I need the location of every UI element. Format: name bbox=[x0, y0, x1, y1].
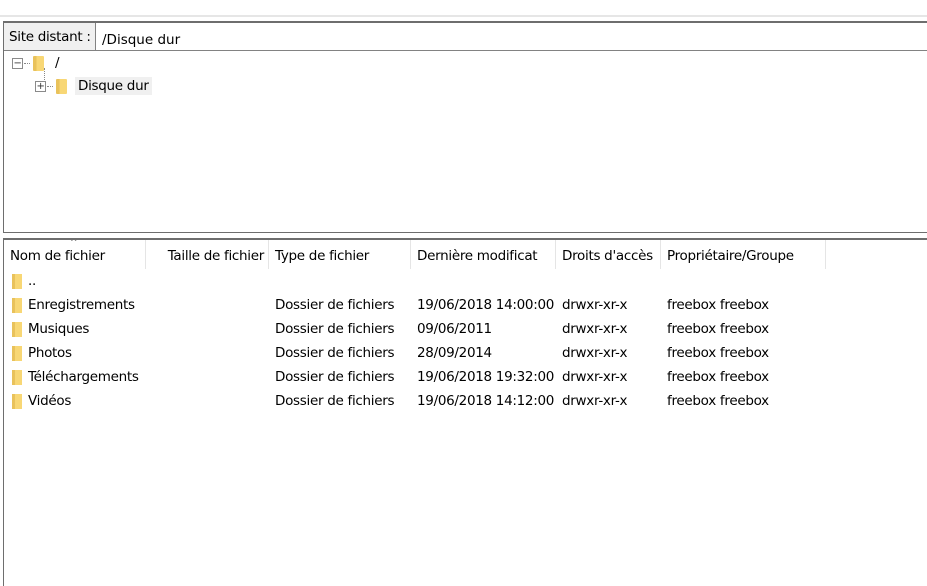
file-name: Photos bbox=[28, 345, 72, 361]
tree-node-disque-dur[interactable]: + Disque dur bbox=[35, 76, 152, 96]
folder-icon bbox=[33, 55, 44, 71]
cell-owner: freebox freebox bbox=[667, 369, 769, 385]
remote-directory-tree[interactable]: − / + Disque dur bbox=[4, 51, 927, 232]
cell-perms: drwxr-xr-x bbox=[562, 345, 628, 361]
file-name: Musiques bbox=[28, 321, 90, 337]
file-name: Enregistrements bbox=[28, 297, 135, 313]
column-header-size[interactable]: Taille de fichier bbox=[146, 240, 269, 269]
cell-perms: drwxr-xr-x bbox=[562, 393, 628, 409]
cell-perms: drwxr-xr-x bbox=[562, 297, 628, 313]
cell-name: Musiques bbox=[4, 321, 146, 337]
file-row[interactable]: Enregistrements Dossier de fichiers 19/06/… bbox=[4, 293, 826, 317]
cell-modified: 28/09/2014 bbox=[417, 345, 492, 361]
toolbar-separator bbox=[0, 15, 927, 17]
column-header-modified[interactable]: Dernière modificat bbox=[411, 240, 556, 269]
cell-modified: 19/06/2018 14:00:00 bbox=[417, 297, 555, 313]
cell-type: Dossier de fichiers bbox=[275, 345, 395, 361]
remote-tree-panel: Site distant : − / + Disque dur bbox=[3, 21, 927, 233]
column-header-type[interactable]: Type de fichier bbox=[269, 240, 411, 269]
folder-icon bbox=[12, 345, 22, 361]
column-header-permissions[interactable]: Droits d'accès bbox=[556, 240, 661, 269]
expand-icon[interactable]: + bbox=[35, 80, 46, 92]
remote-site-label: Site distant : bbox=[4, 23, 96, 50]
column-header-owner[interactable]: Propriétaire/Groupe bbox=[661, 240, 826, 269]
cell-name: Enregistrements bbox=[4, 297, 146, 313]
file-name: Téléchargements bbox=[28, 369, 139, 385]
cell-name: Photos bbox=[4, 345, 146, 361]
cell-owner: freebox freebox bbox=[667, 345, 769, 361]
cell-owner: freebox freebox bbox=[667, 297, 769, 313]
sort-ascending-icon: ^ bbox=[70, 240, 78, 248]
folder-icon bbox=[12, 297, 22, 313]
folder-icon bbox=[56, 78, 67, 94]
folder-icon bbox=[12, 321, 22, 337]
collapse-icon[interactable]: − bbox=[12, 57, 23, 69]
remote-path-bar: Site distant : bbox=[4, 23, 927, 51]
tree-node-label: Disque dur bbox=[75, 77, 152, 95]
cell-modified: 19/06/2018 19:32:00 bbox=[417, 369, 555, 385]
cell-type: Dossier de fichiers bbox=[275, 321, 395, 337]
file-name: Vidéos bbox=[28, 393, 72, 409]
cell-type: Dossier de fichiers bbox=[275, 369, 395, 385]
remote-path-input[interactable] bbox=[96, 23, 927, 50]
folder-icon bbox=[12, 369, 22, 385]
cell-modified: 19/06/2018 14:12:00 bbox=[417, 393, 555, 409]
tree-node-root[interactable]: − / bbox=[12, 53, 62, 73]
file-row[interactable]: Vidéos Dossier de fichiers 19/06/2018 14:1… bbox=[4, 389, 826, 413]
cell-perms: drwxr-xr-x bbox=[562, 321, 628, 337]
cell-owner: freebox freebox bbox=[667, 393, 769, 409]
file-list-header: ^ Nom de fichier Taille de fichier Type d… bbox=[4, 240, 927, 269]
column-header-name[interactable]: ^ Nom de fichier bbox=[4, 240, 146, 269]
cell-modified: 09/06/2011 bbox=[417, 321, 492, 337]
cell-name: Téléchargements bbox=[4, 369, 146, 385]
tree-node-label: / bbox=[55, 55, 60, 71]
file-name: .. bbox=[28, 273, 36, 289]
cell-perms: drwxr-xr-x bbox=[562, 369, 628, 385]
column-label: Nom de fichier bbox=[10, 248, 105, 264]
file-row[interactable]: .. bbox=[4, 269, 826, 293]
cell-name: .. bbox=[4, 273, 146, 289]
folder-icon bbox=[12, 393, 22, 409]
folder-icon bbox=[12, 273, 22, 289]
cell-type: Dossier de fichiers bbox=[275, 393, 395, 409]
file-row[interactable]: Téléchargements Dossier de fichiers 19/06/… bbox=[4, 365, 826, 389]
cell-owner: freebox freebox bbox=[667, 321, 769, 337]
remote-file-list: ^ Nom de fichier Taille de fichier Type d… bbox=[3, 238, 927, 586]
cell-name: Vidéos bbox=[4, 393, 146, 409]
file-row[interactable]: Photos Dossier de fichiers 28/09/2014 drwxr… bbox=[4, 341, 826, 365]
file-row[interactable]: Musiques Dossier de fichiers 09/06/2011 drw… bbox=[4, 317, 826, 341]
cell-type: Dossier de fichiers bbox=[275, 297, 395, 313]
